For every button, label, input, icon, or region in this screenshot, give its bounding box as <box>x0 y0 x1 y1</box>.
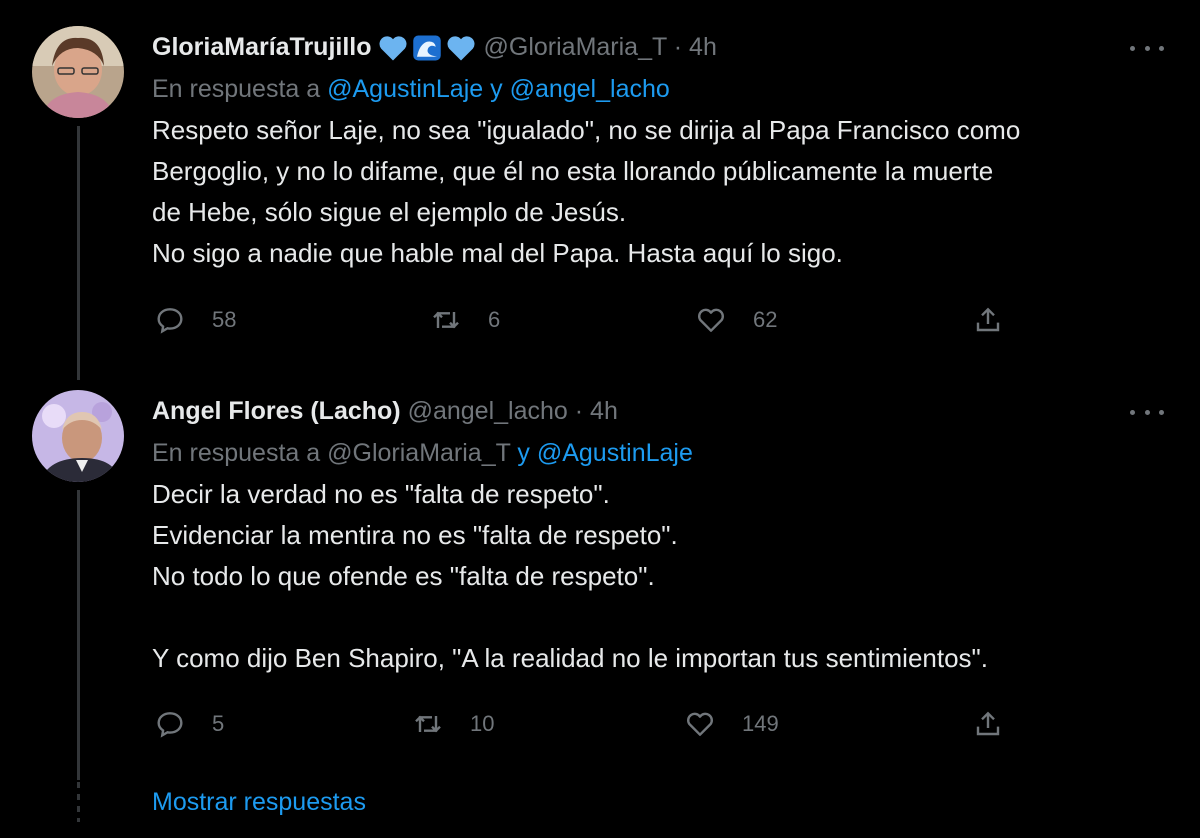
show-replies-link[interactable]: Mostrar respuestas <box>152 788 366 817</box>
tweet-1[interactable]: GloriaMaríaTrujillo @GloriaMaria_T · 4h … <box>0 0 1200 380</box>
mention-link[interactable]: @AgustinLaje <box>537 439 693 467</box>
display-name[interactable]: GloriaMaríaTrujillo <box>152 33 372 61</box>
separator-dot: · <box>673 33 683 61</box>
reply-count: 58 <box>212 307 237 332</box>
reply-icon <box>157 712 183 738</box>
timestamp[interactable]: 4h <box>590 397 618 425</box>
wave-icon <box>412 35 441 61</box>
heart-icon <box>687 712 713 736</box>
reply-context: En respuesta a @GloriaMaria_T y @Agustin… <box>152 436 1160 470</box>
tweet-text: Respeto señor Laje, no sea "igualado", n… <box>152 115 1021 268</box>
reply-prefix: En respuesta a <box>152 75 321 103</box>
user-handle[interactable]: @angel_lacho <box>408 397 568 425</box>
tweet-text: Decir la verdad no es "falta de respeto"… <box>152 479 988 673</box>
separator-dot: · <box>574 397 584 425</box>
reply-count: 5 <box>212 711 225 736</box>
reply-button[interactable]: 5 <box>154 708 224 740</box>
tweet-header: GloriaMaríaTrujillo @GloriaMaria_T · 4h <box>152 30 1160 64</box>
retweet-count: 6 <box>488 307 501 332</box>
name-badges <box>378 34 476 62</box>
reply-joiner: y <box>517 439 530 467</box>
mention-link[interactable]: @AgustinLaje <box>327 75 483 103</box>
user-handle[interactable]: @GloriaMaria_T <box>484 33 667 61</box>
reply-context: En respuesta a @AgustinLaje y @angel_lac… <box>152 72 1160 106</box>
avatar[interactable] <box>32 390 124 482</box>
retweet-button[interactable]: 10 <box>412 708 494 740</box>
share-icon <box>976 307 1000 332</box>
mention-link[interactable]: @angel_lacho <box>510 75 670 103</box>
retweet-button[interactable]: 6 <box>430 304 500 336</box>
share-button[interactable] <box>972 708 1004 740</box>
retweet-icon <box>415 715 441 733</box>
share-icon <box>976 711 1000 736</box>
reply-joiner: y <box>490 75 503 103</box>
like-button[interactable]: 62 <box>695 304 777 336</box>
avatar[interactable] <box>32 26 124 118</box>
thread-line <box>77 126 80 380</box>
display-name[interactable]: Angel Flores (Lacho) <box>152 397 401 425</box>
retweet-icon <box>433 311 459 329</box>
blue-heart-icon <box>446 36 475 61</box>
heart-icon <box>698 308 724 332</box>
like-count: 149 <box>742 711 779 736</box>
like-button[interactable]: 149 <box>684 708 779 740</box>
timestamp[interactable]: 4h <box>689 33 717 61</box>
like-count: 62 <box>753 307 778 332</box>
reply-prefix: En respuesta a <box>152 439 321 467</box>
tweet-header: Angel Flores (Lacho) @angel_lacho · 4h <box>152 394 1160 428</box>
reply-icon <box>157 308 183 334</box>
tweet-2[interactable]: Angel Flores (Lacho) @angel_lacho · 4h E… <box>0 380 1200 780</box>
thread-line <box>77 490 80 780</box>
retweet-count: 10 <box>470 711 495 736</box>
mention-link[interactable]: @GloriaMaria_T <box>327 439 510 467</box>
reply-button[interactable]: 58 <box>154 304 236 336</box>
thread-continuation <box>77 782 80 822</box>
share-button[interactable] <box>972 304 1004 336</box>
blue-heart-icon <box>378 36 407 61</box>
